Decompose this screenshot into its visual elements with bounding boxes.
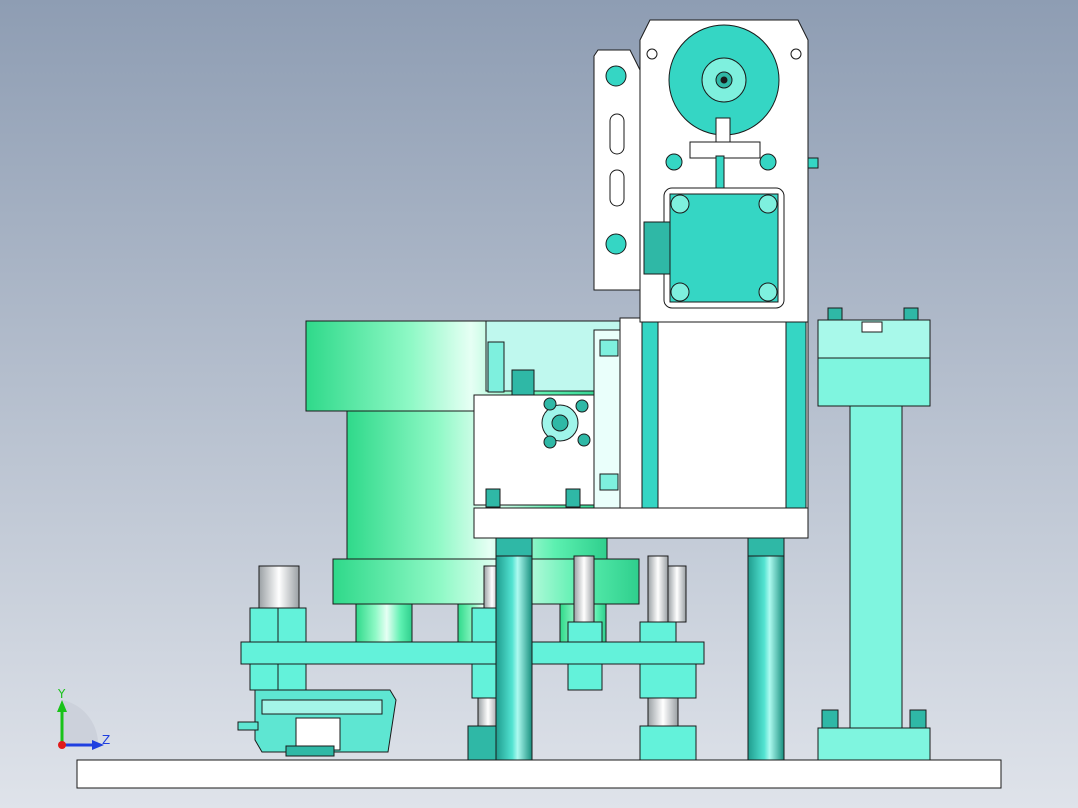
upper-table-plate <box>473 507 809 539</box>
mid-plate <box>240 641 705 665</box>
stepper-motor <box>643 187 785 309</box>
sensor-module <box>237 689 397 757</box>
feeder-block <box>473 320 625 509</box>
x-axis-dot-icon <box>58 741 66 749</box>
assembly-drawing: Y Z <box>0 0 1078 808</box>
y-axis-label: Y <box>57 687 66 701</box>
base-plate <box>76 759 1002 789</box>
cad-viewport[interactable]: Y Z <box>0 0 1078 808</box>
slotted-bracket <box>593 49 641 291</box>
z-axis-label: Z <box>102 733 110 747</box>
